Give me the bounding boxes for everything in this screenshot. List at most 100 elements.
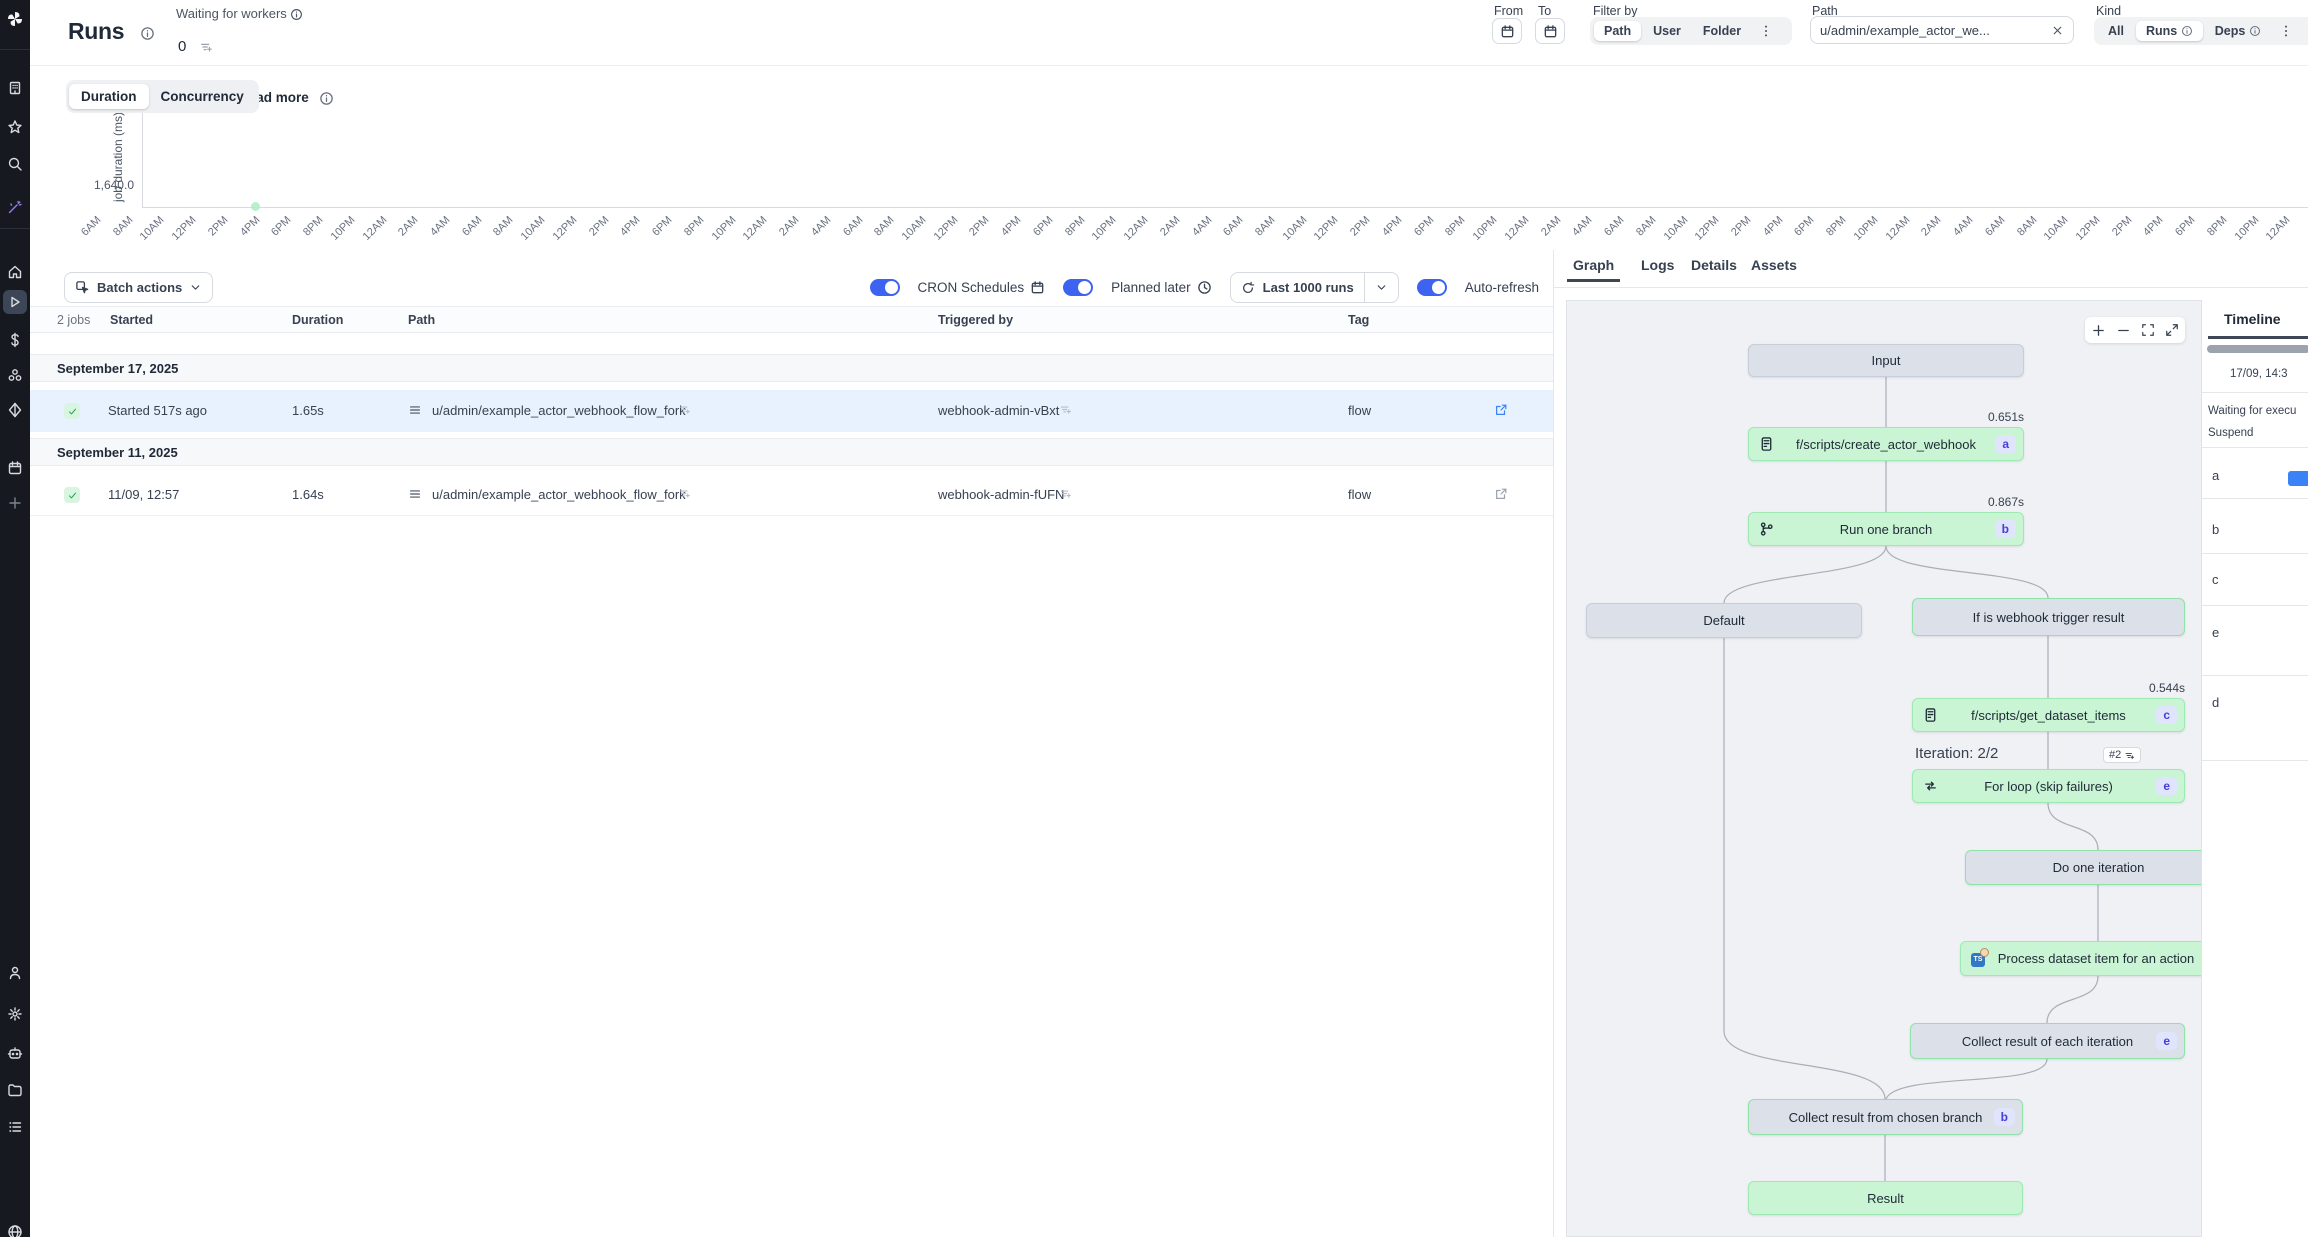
batch-actions-button[interactable]: Batch actions (64, 272, 213, 303)
node-badge: e (2156, 777, 2177, 795)
sidebar-item-star[interactable] (0, 114, 30, 140)
expand-icon[interactable] (2165, 323, 2179, 337)
filter-plus-icon[interactable] (199, 40, 213, 54)
windmill-logo[interactable] (0, 0, 30, 50)
node-label: Do one iteration (1966, 860, 2201, 875)
sidebar-item-person[interactable] (0, 960, 30, 986)
timeline-tab[interactable]: Timeline (2224, 311, 2281, 327)
auto-refresh-toggle[interactable] (1417, 279, 1447, 296)
sidebar-item-folder[interactable] (0, 1077, 30, 1103)
run-row[interactable]: Started 517s ago1.65su/admin/example_act… (30, 390, 1553, 432)
col-tag[interactable]: Tag (1348, 313, 1369, 327)
zoom-out-icon[interactable] (2116, 323, 2131, 338)
kebab-menu-icon[interactable] (1753, 24, 1779, 38)
external-link-icon[interactable] (1494, 403, 1508, 417)
detail-tab-logs[interactable]: Logs (1641, 257, 1674, 273)
flow-node-a[interactable]: f/scripts/create_actor_webhooka (1748, 427, 2024, 461)
sidebar-item-home[interactable] (0, 259, 30, 285)
detail-tab-graph[interactable]: Graph (1573, 257, 1614, 273)
filter-plus-icon[interactable] (1059, 487, 1072, 500)
timeline-bar-step-a[interactable] (2288, 471, 2308, 486)
segment-option-deps[interactable]: Deps (2205, 21, 2271, 41)
run-path[interactable]: u/admin/example_actor_webhook_flow_fork (432, 403, 686, 418)
sidebar-item-building[interactable] (0, 75, 30, 101)
run-row[interactable]: 11/09, 12:571.64su/admin/example_actor_w… (30, 474, 1553, 516)
external-link-icon[interactable] (1494, 487, 1508, 501)
chevron-down-icon[interactable] (1365, 281, 1398, 294)
flow-node-if[interactable]: If is webhook trigger result (1912, 598, 2185, 636)
timeline-row-d[interactable]: d (2212, 695, 2219, 710)
chart-tab-concurrency[interactable]: Concurrency (149, 84, 256, 109)
filter-plus-icon[interactable] (1059, 403, 1072, 416)
col-triggered-by[interactable]: Triggered by (938, 313, 1013, 327)
filter-plus-icon[interactable] (678, 487, 691, 500)
segment-option-path[interactable]: Path (1594, 21, 1641, 41)
run-success-icon (64, 403, 80, 419)
sidebar-item-plus[interactable] (0, 490, 30, 516)
chart-data-point[interactable] (251, 202, 260, 211)
node-duration: 0.544s (2095, 681, 2185, 695)
sidebar-item-search[interactable] (0, 151, 30, 177)
segment-option-user[interactable]: User (1643, 21, 1691, 41)
info-icon[interactable] (290, 8, 303, 21)
flow-node-collect-branch[interactable]: Collect result from chosen branchb (1748, 1099, 2023, 1135)
run-path[interactable]: u/admin/example_actor_webhook_flow_fork (432, 487, 686, 502)
cron-schedules-toggle[interactable] (870, 279, 900, 296)
kebab-menu-icon[interactable] (2273, 24, 2299, 38)
detail-tab-details[interactable]: Details (1691, 257, 1737, 273)
flow-node-e[interactable]: For loop (skip failures)e (1912, 769, 2185, 803)
path-filter-input[interactable]: u/admin/example_actor_we... (1810, 16, 2074, 44)
timeline-row-a[interactable]: a (2212, 468, 2219, 483)
timeline-row-e[interactable]: e (2212, 625, 2219, 640)
flow-node-input[interactable]: Input (1748, 344, 2024, 377)
flow-graph-canvas[interactable]: Input0.651sf/scripts/create_actor_webhoo… (1566, 300, 2201, 1237)
detail-tab-assets[interactable]: Assets (1751, 257, 1797, 273)
info-icon[interactable] (140, 26, 155, 41)
chart-tab-duration[interactable]: Duration (69, 84, 149, 109)
sidebar-item-play[interactable] (3, 290, 27, 314)
iteration-picker[interactable]: #2 (2103, 747, 2141, 763)
sidebar-item-magic-wand[interactable] (0, 194, 30, 220)
sidebar-item-gem[interactable] (0, 397, 30, 423)
timeline-row-b[interactable]: b (2212, 522, 2219, 537)
sidebar-item-cluster[interactable] (0, 362, 30, 388)
kind-segmented: AllRuns Deps (2094, 17, 2308, 45)
filter-plus-icon[interactable] (678, 403, 691, 416)
segment-option-all[interactable]: All (2098, 21, 2134, 41)
sidebar-item-dollar[interactable] (0, 327, 30, 353)
flow-node-do-one[interactable]: Do one iteration (1965, 850, 2201, 885)
timeline-legend-waiting: Waiting for execu (2208, 405, 2296, 417)
node-duration: 0.867s (1934, 495, 2024, 509)
sidebar-item-robot[interactable] (0, 1040, 30, 1066)
sidebar-item-globe[interactable] (0, 1219, 30, 1237)
zoom-in-icon[interactable] (2091, 323, 2106, 338)
from-date-button[interactable] (1492, 18, 1522, 44)
sidebar-item-list[interactable] (0, 1114, 30, 1140)
last-1000-runs-button[interactable]: Last 1000 runs (1230, 272, 1399, 303)
segment-option-runs[interactable]: Runs (2136, 21, 2203, 41)
flow-node-result[interactable]: Result (1748, 1181, 2023, 1215)
timeline-pane: Timeline 17/09, 14:3 Waiting for execu S… (2201, 300, 2308, 1237)
col-duration[interactable]: Duration (292, 313, 343, 327)
col-path[interactable]: Path (408, 313, 435, 327)
jobs-count: 2 jobs (57, 313, 90, 327)
flow-node-process[interactable]: TSProcess dataset item for an action (1960, 941, 2201, 976)
segment-option-folder[interactable]: Folder (1693, 21, 1751, 41)
flow-node-b[interactable]: Run one branchb (1748, 512, 2024, 546)
planned-later-toggle[interactable] (1063, 279, 1093, 296)
load-more-link[interactable]: oad more (248, 90, 334, 106)
script-icon (1923, 708, 1938, 723)
folder-icon (7, 1082, 23, 1098)
flow-node-default[interactable]: Default (1586, 603, 1862, 638)
col-started[interactable]: Started (110, 313, 153, 327)
sidebar-item-calendar[interactable] (0, 455, 30, 481)
clear-icon[interactable] (2051, 24, 2064, 37)
fit-view-icon[interactable] (2141, 323, 2155, 337)
timeline-row-c[interactable]: c (2212, 572, 2219, 587)
flow-node-collect-each[interactable]: Collect result of each iteratione (1910, 1023, 2185, 1059)
detail-tabs: Graph Logs Details Assets (1554, 250, 2308, 288)
sidebar-item-gear[interactable] (0, 1001, 30, 1027)
kind-label: Kind (2096, 4, 2121, 18)
flow-node-c[interactable]: f/scripts/get_dataset_itemsc (1912, 698, 2185, 732)
to-date-button[interactable] (1535, 18, 1565, 44)
